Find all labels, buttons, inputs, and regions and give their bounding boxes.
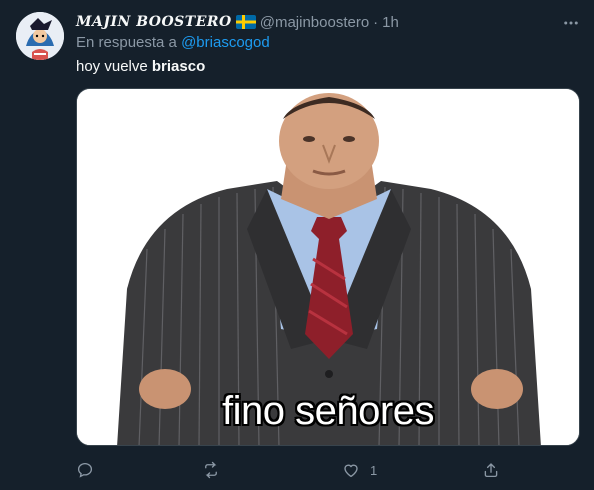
tweet-media[interactable]: fino señores	[76, 88, 580, 446]
like-button[interactable]: 1	[342, 458, 377, 482]
sweden-flag-icon	[235, 15, 256, 29]
more-options-button[interactable]	[558, 10, 584, 36]
like-icon	[344, 464, 358, 478]
tweet-header: MAJIN BOOSTERO @majinboostero · 1h	[76, 12, 399, 32]
reply-icon	[77, 462, 93, 478]
reply-button[interactable]	[76, 458, 94, 482]
reply-mention-link[interactable]: @briascogod	[181, 34, 270, 51]
separator-dot: ·	[373, 13, 379, 31]
timestamp[interactable]: 1h	[382, 14, 399, 31]
avatar[interactable]	[16, 12, 64, 60]
share-icon	[484, 463, 498, 478]
handle[interactable]: @majinboostero	[260, 14, 369, 31]
tweet-action-bar: 1	[76, 458, 580, 482]
tweet-text-bold: briasco	[151, 58, 206, 75]
retweet-button[interactable]	[202, 458, 220, 482]
display-name[interactable]: MAJIN BOOSTERO	[76, 14, 232, 30]
tweet[interactable]: MAJIN BOOSTERO @majinboostero · 1h En re…	[0, 0, 594, 490]
avatar-image	[16, 12, 64, 60]
tweet-text-plain: hoy vuelve	[76, 58, 148, 75]
retweet-icon	[205, 461, 217, 479]
meme-caption: fino señores	[222, 389, 434, 433]
more-icon	[564, 21, 578, 25]
like-count: 1	[370, 462, 378, 478]
tweet-text: hoy vuelve briasco	[76, 58, 205, 75]
reply-context: En respuesta a @briascogod	[76, 34, 270, 51]
reply-prefix: En respuesta a	[76, 34, 177, 51]
share-button[interactable]	[482, 458, 500, 482]
